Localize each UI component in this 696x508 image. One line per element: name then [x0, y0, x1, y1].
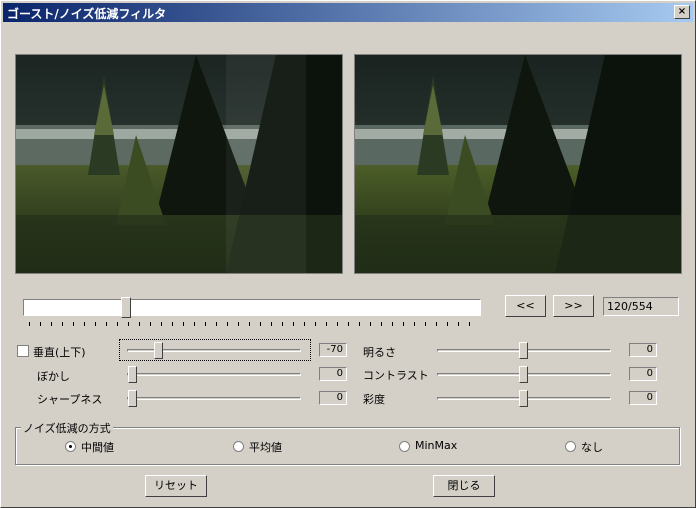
noise-method-legend: ノイズ低減の方式 [21, 420, 113, 436]
saturation-label: 彩度 [363, 393, 385, 406]
preview-original [15, 54, 343, 274]
radio-median[interactable] [65, 441, 76, 452]
timeline-thumb[interactable] [120, 297, 131, 318]
radio-none-label: なし [581, 441, 603, 454]
blur-slider-thumb[interactable] [128, 366, 137, 383]
sharpness-slider-thumb[interactable] [128, 390, 137, 407]
brightness-label: 明るさ [363, 346, 396, 359]
vertical-checkbox[interactable] [17, 345, 29, 357]
window-title: ゴースト/ノイズ低減フィルタ [7, 7, 167, 21]
radio-average-label: 平均値 [249, 441, 282, 454]
radio-minmax-label: MinMax [415, 439, 458, 452]
sharpness-label: シャープネス [37, 393, 103, 406]
forest-lake-image-original [16, 55, 342, 273]
dialog-window: ゴースト/ノイズ低減フィルタ × << >> 120/554 垂直(上下) -7… [0, 0, 696, 508]
close-window-button[interactable]: × [674, 5, 690, 19]
forest-lake-image-filtered [355, 55, 681, 273]
close-button[interactable]: 閉じる [433, 475, 495, 497]
timeline-ticks [29, 322, 477, 326]
reset-button[interactable]: リセット [145, 475, 207, 497]
blur-label: ぼかし [37, 370, 70, 383]
prev-frame-button[interactable]: << [505, 295, 546, 317]
contrast-label: コントラスト [363, 369, 429, 382]
brightness-value: 0 [629, 343, 657, 357]
radio-minmax[interactable] [399, 441, 410, 452]
saturation-slider-thumb[interactable] [519, 390, 528, 407]
vertical-label: 垂直(上下) [33, 346, 86, 359]
timeline-track[interactable] [23, 299, 481, 316]
next-frame-button[interactable]: >> [553, 295, 594, 317]
preview-filtered [354, 54, 682, 274]
sharpness-value: 0 [319, 391, 347, 405]
frame-counter: 120/554 [603, 297, 679, 316]
radio-median-label: 中間値 [81, 441, 114, 454]
contrast-value: 0 [629, 367, 657, 381]
sharpness-slider-track[interactable] [127, 397, 301, 400]
contrast-slider-thumb[interactable] [519, 366, 528, 383]
brightness-slider-thumb[interactable] [519, 342, 528, 359]
vertical-value: -70 [319, 343, 347, 357]
radio-none[interactable] [565, 441, 576, 452]
blur-value: 0 [319, 367, 347, 381]
radio-average[interactable] [233, 441, 244, 452]
vertical-slider-thumb[interactable] [154, 342, 163, 359]
saturation-value: 0 [629, 391, 657, 405]
blur-slider-track[interactable] [127, 373, 301, 376]
title-bar[interactable]: ゴースト/ノイズ低減フィルタ × [3, 3, 693, 22]
